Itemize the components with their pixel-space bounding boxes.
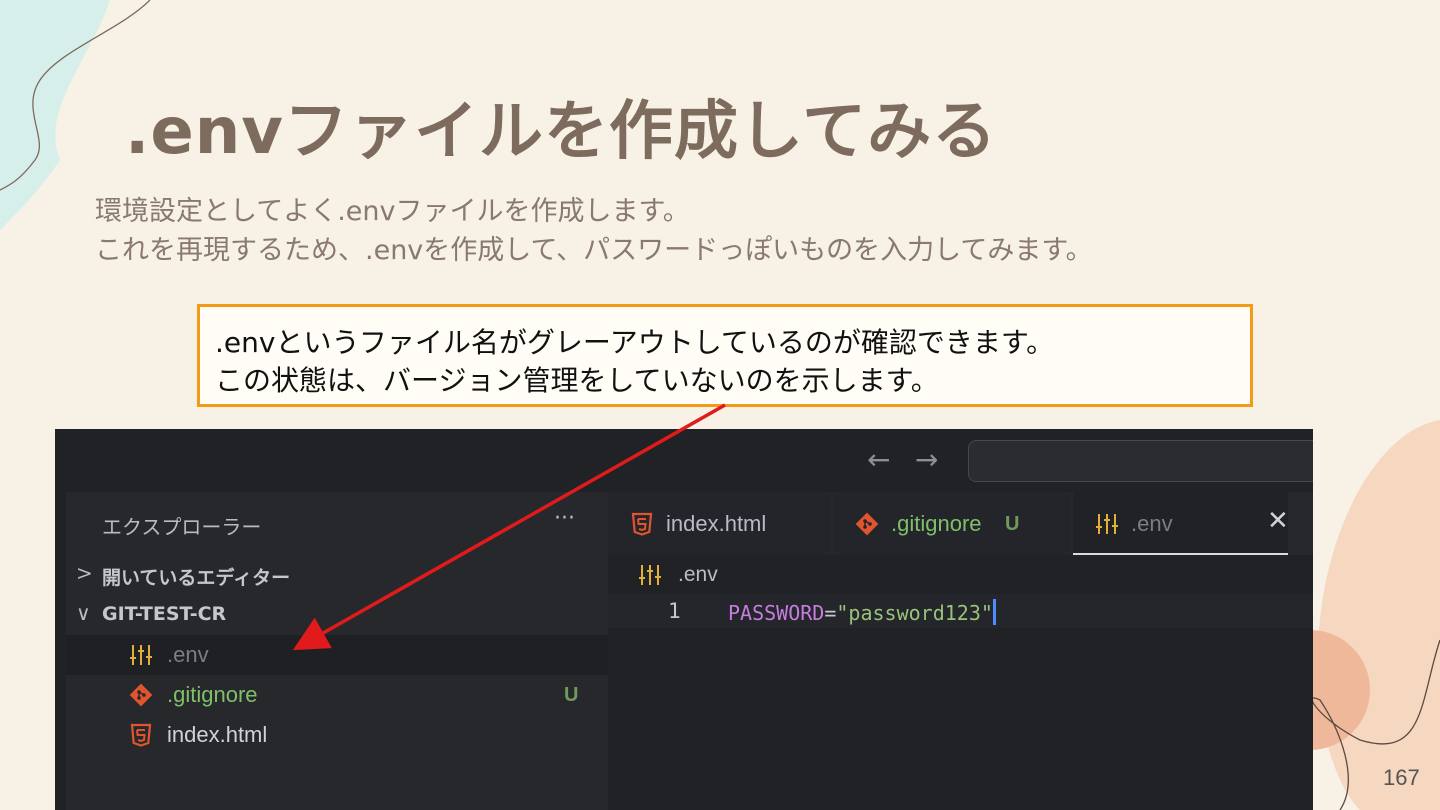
command-center-search[interactable]: [968, 440, 1313, 482]
tab-gitignore[interactable]: .gitignore U: [833, 492, 1071, 555]
callout-line: .envというファイル名がグレーアウトしているのが確認できます。: [215, 326, 1055, 359]
callout-box: .envというファイル名がグレーアウトしているのが確認できます。 この状態は、バ…: [197, 304, 1253, 407]
code-line[interactable]: 1 PASSWORD="password123": [608, 594, 1313, 628]
ellipsis-icon[interactable]: ···: [554, 506, 575, 531]
arrow-left-icon[interactable]: ←: [867, 443, 890, 476]
file-item-index-html[interactable]: index.html: [66, 715, 608, 755]
explorer-sidebar: エクスプローラー ··· > 開いているエディター ∨ GIT-TEST-CR …: [66, 492, 608, 810]
file-item-env[interactable]: .env: [66, 635, 608, 675]
slide-title: .envファイルを作成してみる: [125, 95, 998, 169]
section-git-test-cr[interactable]: ∨ GIT-TEST-CR: [66, 595, 608, 633]
code-key: PASSWORD: [728, 601, 825, 625]
vscode-editor-window: ← → エクスプローラー ··· > 開いているエディター ∨ GIT-TEST…: [55, 429, 1313, 810]
tab-env[interactable]: .env ✕: [1073, 492, 1289, 555]
line-number: 1: [668, 599, 681, 623]
git-status-badge: U: [564, 684, 579, 706]
close-icon[interactable]: ✕: [1267, 506, 1289, 536]
tab-label: .gitignore: [891, 511, 982, 536]
file-item-gitignore[interactable]: .gitignore U: [66, 675, 608, 715]
code-text[interactable]: PASSWORD="password123": [728, 599, 996, 625]
breadcrumb-label: .env: [678, 563, 718, 586]
chevron-down-icon: ∨: [76, 601, 91, 625]
arrow-right-icon[interactable]: →: [915, 443, 938, 476]
subtitle-line: これを再現するため、.envを作成して、パスワードっぽいものを入力してみます。: [95, 235, 1093, 266]
page-number: 167: [1383, 765, 1420, 790]
settings-sliders-icon: [639, 565, 661, 585]
editor-tabs: index.html .gitignore U .env ✕: [608, 492, 1313, 555]
code-operator: =: [824, 601, 837, 625]
html5-icon: [631, 512, 653, 536]
file-name: .env: [167, 642, 209, 667]
git-icon: [129, 683, 153, 707]
section-open-editors[interactable]: > 開いているエディター: [66, 555, 608, 593]
tab-label: .env: [1131, 511, 1173, 536]
explorer-title: エクスプローラー: [102, 515, 262, 539]
tab-label: index.html: [666, 511, 767, 536]
code-string: "password123": [836, 601, 993, 625]
tab-index-html[interactable]: index.html: [608, 492, 831, 555]
git-icon: [855, 512, 879, 536]
chevron-right-icon: >: [76, 561, 93, 585]
section-label: GIT-TEST-CR: [102, 603, 227, 625]
explorer-header: エクスプローラー ···: [66, 492, 608, 555]
section-label: 開いているエディター: [102, 567, 291, 589]
slide-subtitle: 環境設定としてよく.envファイルを作成します。 これを再現するため、.envを…: [95, 192, 1093, 270]
settings-sliders-icon: [130, 645, 152, 665]
settings-sliders-icon: [1096, 514, 1118, 534]
subtitle-line: 環境設定としてよく.envファイルを作成します。: [95, 196, 690, 227]
html5-icon: [130, 723, 152, 747]
titlebar: ← →: [55, 429, 1313, 492]
git-status-badge: U: [1005, 513, 1020, 535]
text-cursor: [992, 599, 996, 625]
file-name: .gitignore: [167, 682, 258, 707]
callout-line: この状態は、バージョン管理をしていないのを示します。: [215, 364, 939, 397]
file-name: index.html: [167, 722, 268, 747]
